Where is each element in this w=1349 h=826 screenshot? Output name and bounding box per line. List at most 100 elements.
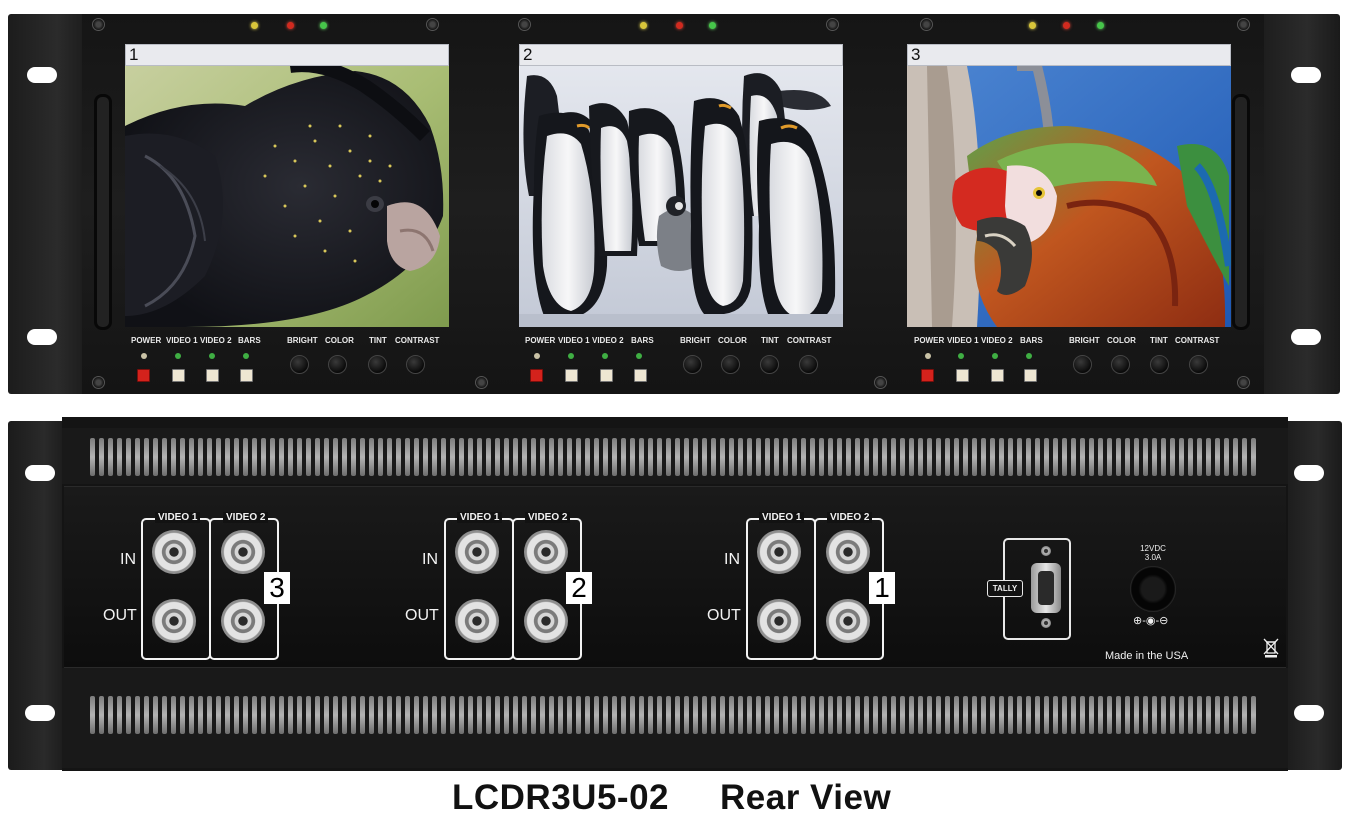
vent-slot xyxy=(198,696,203,734)
video1-label: VIDEO 1 xyxy=(166,336,198,345)
vent-slot xyxy=(1161,696,1166,734)
status-led-green xyxy=(709,22,716,29)
in-label: IN xyxy=(120,551,136,568)
bright-knob[interactable] xyxy=(290,355,309,374)
power-button[interactable] xyxy=(530,369,543,382)
bnc-video1-in-connector[interactable] xyxy=(455,530,499,574)
tally-db-connector[interactable] xyxy=(1031,563,1061,613)
screw-icon xyxy=(1041,546,1051,556)
bnc-video1-in-connector[interactable] xyxy=(757,530,801,574)
view-label: Rear View xyxy=(720,778,892,817)
contrast-knob[interactable] xyxy=(1189,355,1208,374)
color-knob[interactable] xyxy=(721,355,740,374)
video2-button[interactable] xyxy=(991,369,1004,382)
screw-icon xyxy=(920,18,933,31)
vent-slot xyxy=(153,438,158,476)
vent-slot xyxy=(108,696,113,734)
rack-handle-right[interactable] xyxy=(1232,94,1250,330)
vent-slot xyxy=(1044,438,1049,476)
bright-knob[interactable] xyxy=(1073,355,1092,374)
bnc-video2-out-connector[interactable] xyxy=(221,599,265,643)
vent-slot xyxy=(810,696,815,734)
vent-slot xyxy=(1098,438,1103,476)
vent-slot xyxy=(297,438,302,476)
video2-button[interactable] xyxy=(600,369,613,382)
vent-slot xyxy=(792,696,797,734)
vent-slot xyxy=(954,696,959,734)
group-number-badge: 3 xyxy=(264,572,290,604)
video1-led xyxy=(568,353,574,359)
vent-slot xyxy=(1080,438,1085,476)
monitor-screen-macaw xyxy=(907,66,1231,327)
video2-led xyxy=(602,353,608,359)
vent-slot xyxy=(738,438,743,476)
bnc-video1-in-connector[interactable] xyxy=(152,530,196,574)
vent-slot xyxy=(1197,438,1202,476)
vent-slot xyxy=(1071,438,1076,476)
vent-slot xyxy=(405,696,410,734)
tint-knob[interactable] xyxy=(1150,355,1169,374)
rack-mount-slot xyxy=(25,705,55,721)
bnc-video1-out-connector[interactable] xyxy=(757,599,801,643)
vent-slot xyxy=(720,438,725,476)
power-button[interactable] xyxy=(137,369,150,382)
bnc-video1-out-connector[interactable] xyxy=(455,599,499,643)
video2-button[interactable] xyxy=(206,369,219,382)
bars-button[interactable] xyxy=(1024,369,1037,382)
rack-handle-left[interactable] xyxy=(94,94,112,330)
vent-slot xyxy=(747,696,752,734)
bright-knob[interactable] xyxy=(683,355,702,374)
status-led-yellow xyxy=(251,22,258,29)
vent-slot xyxy=(171,696,176,734)
vent-slot xyxy=(738,696,743,734)
vent-slot xyxy=(1098,696,1103,734)
monitor-title-bar: 3 xyxy=(907,44,1231,66)
video1-button[interactable] xyxy=(172,369,185,382)
group-number-badge: 1 xyxy=(869,572,895,604)
monitor-number: 3 xyxy=(911,45,921,64)
vent-slot xyxy=(1170,438,1175,476)
tint-knob[interactable] xyxy=(368,355,387,374)
vent-slots-bottom xyxy=(90,696,1256,734)
vent-slot xyxy=(900,696,905,734)
vent-slot xyxy=(522,438,527,476)
vent-slot xyxy=(315,438,320,476)
bnc-video2-in-connector[interactable] xyxy=(221,530,265,574)
vent-slot xyxy=(558,696,563,734)
vent-slot xyxy=(117,438,122,476)
video2-label: VIDEO 2 xyxy=(827,512,873,523)
vent-slot xyxy=(774,696,779,734)
bnc-video2-in-connector[interactable] xyxy=(524,530,568,574)
vent-slot xyxy=(684,438,689,476)
bars-button[interactable] xyxy=(634,369,647,382)
bnc-video1-out-connector[interactable] xyxy=(152,599,196,643)
vent-slot xyxy=(882,696,887,734)
power-button[interactable] xyxy=(921,369,934,382)
bnc-video2-out-connector[interactable] xyxy=(826,599,870,643)
video1-button[interactable] xyxy=(565,369,578,382)
vent-slot xyxy=(567,696,572,734)
contrast-knob[interactable] xyxy=(799,355,818,374)
vent-slot xyxy=(1062,438,1067,476)
color-knob[interactable] xyxy=(328,355,347,374)
bars-button[interactable] xyxy=(240,369,253,382)
crossed-bin-icon xyxy=(1263,638,1279,658)
vent-slot xyxy=(414,438,419,476)
polarity-symbol: ⊕-◉-⊖ xyxy=(1133,615,1169,627)
vent-slot xyxy=(495,438,500,476)
tint-knob[interactable] xyxy=(760,355,779,374)
status-led-red xyxy=(287,22,294,29)
screw-icon xyxy=(826,18,839,31)
color-knob[interactable] xyxy=(1111,355,1130,374)
vent-slot xyxy=(1089,696,1094,734)
bnc-video2-in-connector[interactable] xyxy=(826,530,870,574)
caption: LCDR3U5-02 Rear View xyxy=(0,778,1349,818)
vent-slot xyxy=(963,438,968,476)
dc-power-jack[interactable] xyxy=(1130,566,1176,612)
video1-button[interactable] xyxy=(956,369,969,382)
contrast-knob[interactable] xyxy=(406,355,425,374)
vent-slot xyxy=(945,696,950,734)
status-led-red xyxy=(676,22,683,29)
rear-rack-ear-right xyxy=(1282,421,1342,770)
bnc-video2-out-connector[interactable] xyxy=(524,599,568,643)
